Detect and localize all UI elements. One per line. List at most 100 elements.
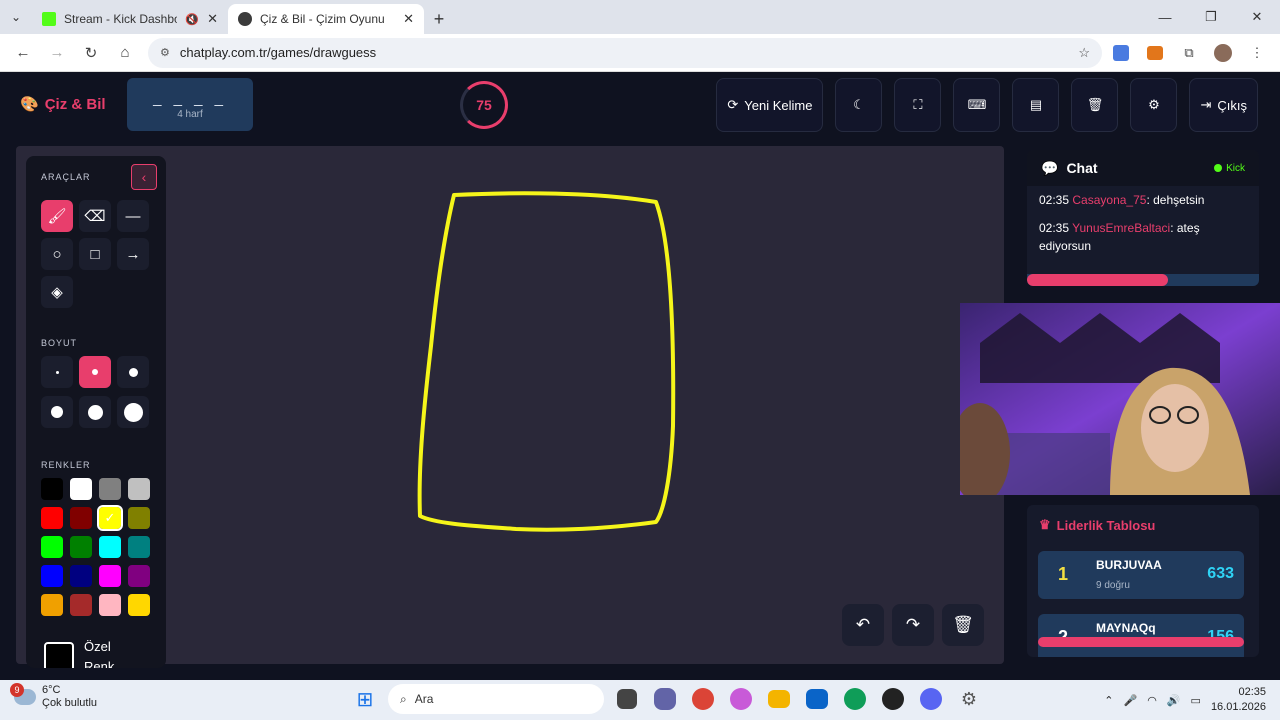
tab-search-chevron-icon[interactable]: ⌄ [0,0,32,34]
chat-header: 💬 Chat Kick [1027,150,1259,186]
size-option-5[interactable] [79,396,111,428]
file-explorer-icon[interactable] [768,690,790,708]
leaderboard-scrollbar[interactable] [1038,637,1244,647]
tab-kick-dashboard[interactable]: Stream - Kick Dashboard 🔇 ✕ [32,4,228,34]
color-swatch[interactable] [41,594,63,616]
copilot-icon[interactable] [730,688,752,710]
word-display: _ _ _ _ 4 harf [127,78,253,131]
forward-icon[interactable]: → [42,38,72,68]
color-swatch[interactable] [70,536,92,558]
chat-scrollbar[interactable] [1027,274,1259,286]
color-swatch[interactable]: ✓ [97,505,123,531]
translate-extension-icon[interactable] [1106,38,1136,68]
colors-section-title: RENKLER [41,460,91,470]
undo-button[interactable]: ↶ [842,604,884,646]
redo-button[interactable]: ↷ [892,604,934,646]
close-tab-icon[interactable]: ✕ [403,11,414,27]
taskbar-search[interactable]: ⌕ Ara [388,684,604,714]
size-option-2[interactable] [79,356,111,388]
close-tab-icon[interactable]: ✕ [207,11,218,27]
size-option-1[interactable] [41,356,73,388]
color-swatch[interactable] [70,507,92,529]
obs-icon[interactable] [882,688,904,710]
color-swatch[interactable] [70,478,92,500]
color-swatch[interactable] [128,478,150,500]
rectangle-tool[interactable]: □ [79,238,111,270]
size-option-3[interactable] [117,356,149,388]
back-icon[interactable]: ← [8,38,38,68]
brush-tool[interactable]: 🖌 [41,200,73,232]
mute-icon[interactable]: 🔇 [185,13,199,26]
microphone-icon[interactable]: 🎤 [1124,694,1138,707]
site-info-icon[interactable]: ⚙ [160,46,170,59]
rank: 1 [1058,564,1069,584]
reload-icon[interactable]: ↻ [76,38,106,68]
color-swatch[interactable] [99,536,121,558]
size-option-4[interactable] [41,396,73,428]
bookmark-star-icon[interactable]: ☆ [1078,45,1090,61]
leaderboard-panel: ♛ Liderlik Tablosu 1 BURJUVAA 9 doğru 63… [1027,505,1259,657]
clear-canvas-button[interactable]: 🗑 [942,604,984,646]
maximize-icon[interactable]: ❐ [1188,0,1234,34]
url-bar[interactable]: ⚙ chatplay.com.tr/games/drawguess ☆ [148,37,1102,68]
tab-title: Stream - Kick Dashboard [64,12,178,26]
dark-mode-button[interactable]: ☾ [835,78,883,132]
windows-start-icon[interactable]: ⊞ [350,684,380,714]
color-swatch[interactable] [99,565,121,587]
color-swatch[interactable] [99,594,121,616]
metamask-extension-icon[interactable] [1140,38,1170,68]
chevron-up-icon[interactable]: ⌃ [1104,694,1113,707]
chat-message: 02:35 YunusEmreBaltaci: ateş ediyorsun [1027,214,1259,260]
color-swatch[interactable] [70,594,92,616]
collapse-panel-button[interactable]: ‹ [131,164,157,190]
custom-color-button[interactable]: Özel Renk [44,632,148,668]
home-icon[interactable]: ⌂ [110,38,140,68]
color-swatch[interactable] [41,536,63,558]
settings-icon[interactable]: ⚙ [954,684,984,714]
line-tool[interactable]: — [117,200,149,232]
teams-icon[interactable] [654,688,676,710]
weather-widget[interactable]: 9 6°C Çok bulutlu [10,683,97,710]
archive-button[interactable]: ▤ [1012,78,1060,132]
size-option-6[interactable] [117,396,149,428]
arrow-tool[interactable]: → [117,238,149,270]
color-swatch[interactable] [128,507,150,529]
color-swatch[interactable] [99,478,121,500]
close-window-icon[interactable]: ✕ [1234,0,1280,34]
color-swatch[interactable] [128,536,150,558]
color-swatch[interactable] [41,565,63,587]
task-view-icon[interactable] [617,689,637,709]
battery-icon[interactable]: ▭ [1191,694,1201,707]
exit-button[interactable]: ⇥ Çıkış [1189,78,1258,132]
color-swatch[interactable] [70,565,92,587]
circle-tool[interactable]: ○ [41,238,73,270]
browser-menu-icon[interactable]: ⋮ [1242,38,1272,68]
extensions-puzzle-icon[interactable]: ⧉ [1174,38,1204,68]
volume-icon[interactable]: 🔊 [1167,694,1181,707]
color-swatch[interactable] [128,594,150,616]
chrome-active-icon[interactable] [844,688,866,710]
fill-tool[interactable]: ◈ [41,276,73,308]
drawing-board[interactable]: ARAÇLAR ‹ 🖌 ⌫ — ○ □ → ◈ BOYUT RENKLER ✓ … [16,146,1004,668]
profile-avatar[interactable] [1208,38,1238,68]
color-swatch[interactable] [41,507,63,529]
color-swatch[interactable] [41,478,63,500]
settings-button[interactable]: ⚙ [1130,78,1178,132]
store-icon[interactable] [806,689,828,709]
message-time: 02:35 [1039,221,1070,235]
new-word-button[interactable]: ⟳ Yeni Kelime [716,78,824,132]
chrome-icon[interactable] [692,688,714,710]
new-tab-button[interactable]: + [424,4,454,34]
color-swatch[interactable] [128,565,150,587]
clear-button[interactable]: 🗑 [1071,78,1119,132]
discord-icon[interactable] [920,688,942,710]
keyboard-button[interactable]: ⌨ [953,78,1001,132]
fullscreen-button[interactable]: ⛶ [894,78,942,132]
eraser-tool[interactable]: ⌫ [79,200,111,232]
wifi-icon[interactable]: ◠ [1147,694,1157,707]
logo-text: Çiz & Bil [44,95,106,113]
clock[interactable]: 02:35 16.01.2026 [1211,685,1266,715]
minimize-icon[interactable]: — [1142,0,1188,34]
tab-ciz-bil[interactable]: Çiz & Bil - Çizim Oyunu ✕ [228,4,424,34]
chat-scroll-thumb[interactable] [1027,274,1168,286]
